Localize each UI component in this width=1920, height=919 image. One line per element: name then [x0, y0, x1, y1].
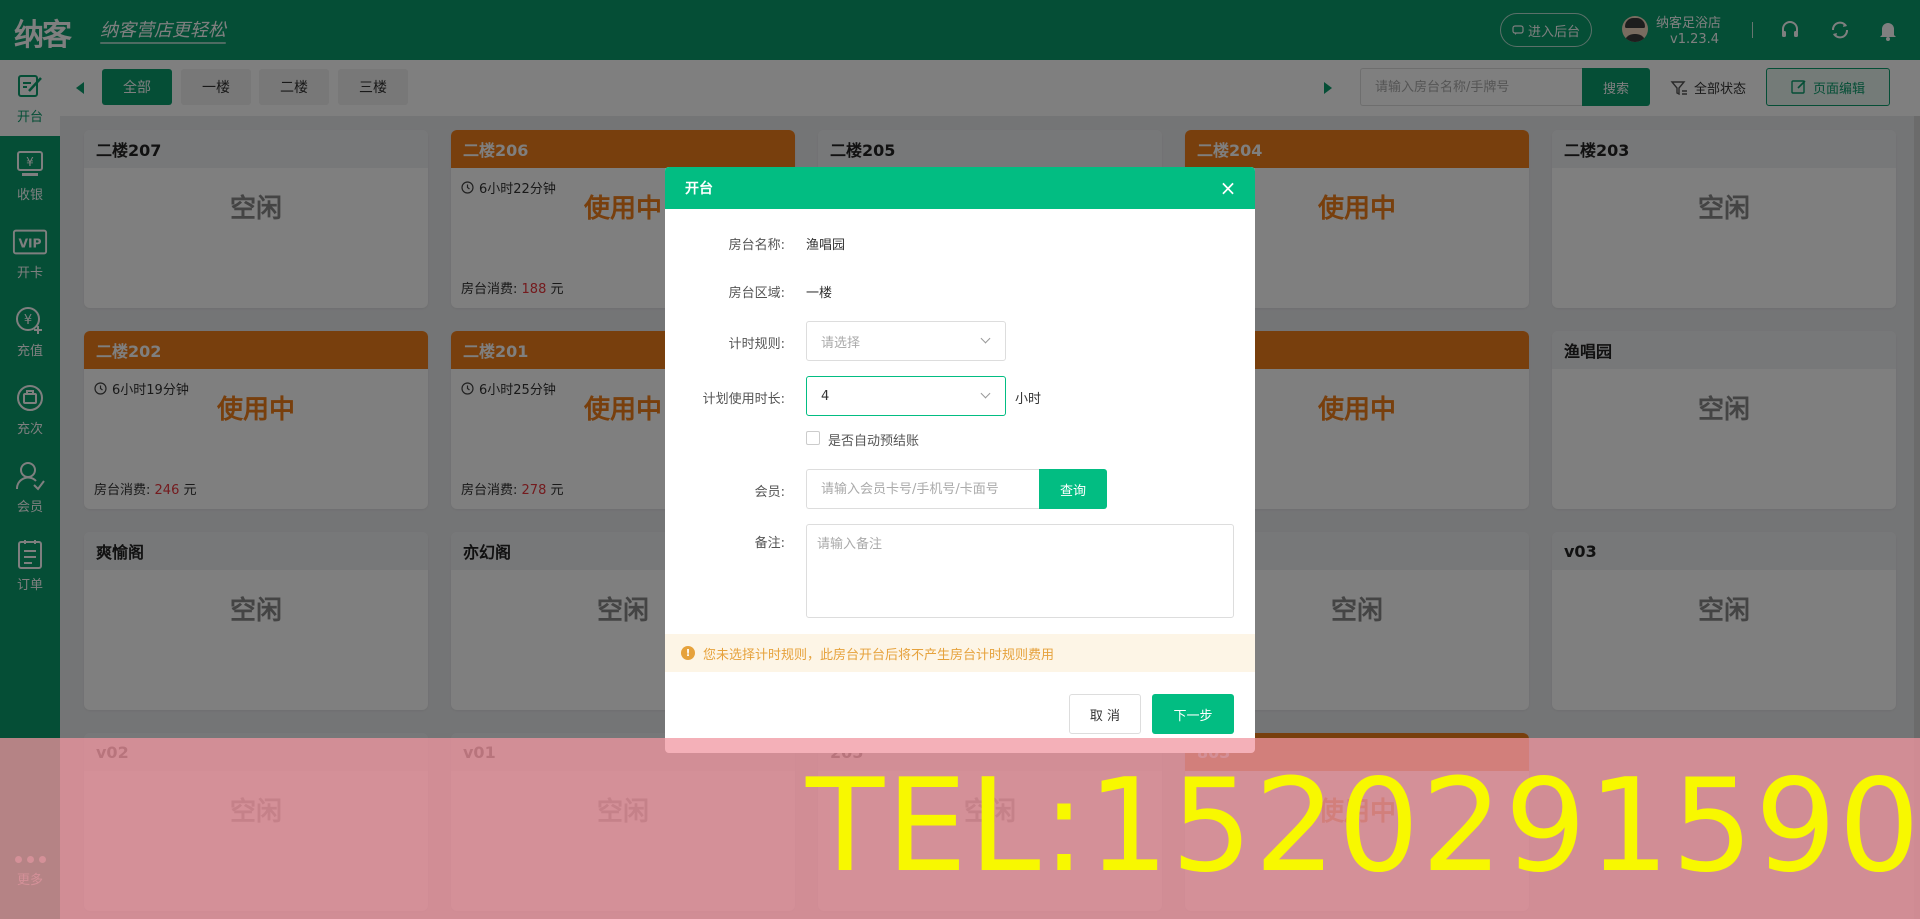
- watermark-text: TEL:15202915905: [806, 752, 1920, 901]
- member-label: 会员:: [754, 485, 785, 500]
- close-icon[interactable]: ×: [1219, 178, 1237, 198]
- remark-textarea[interactable]: [806, 524, 1234, 618]
- cancel-button[interactable]: 取 消: [1069, 694, 1141, 734]
- next-button[interactable]: 下一步: [1152, 694, 1234, 734]
- auto-settle-checkbox[interactable]: [806, 431, 820, 445]
- area-label: 房台区域:: [728, 286, 785, 301]
- auto-settle-label: 是否自动预结账: [828, 434, 920, 449]
- open-table-dialog: 开台 × 房台名称: 渔唱园 房台区域: 一楼 计时规则: 请选择 计划使用时长…: [665, 167, 1255, 753]
- duration-unit: 小时: [1015, 392, 1042, 407]
- area-value: 一楼: [806, 286, 833, 301]
- dialog-title: 开台: [665, 167, 1255, 209]
- room-name-value: 渔唱园: [806, 238, 846, 253]
- duration-value: 4: [821, 388, 830, 404]
- remark-label: 备注:: [754, 536, 785, 551]
- warning-icon: !: [681, 646, 695, 660]
- chevron-down-icon: [980, 333, 991, 344]
- room-name-label: 房台名称:: [728, 238, 785, 253]
- warning-text: 您未选择计时规则，此房台开台后将不产生房台计时规则费用: [703, 647, 1055, 663]
- timing-rule-label: 计时规则:: [728, 337, 785, 352]
- member-search-input[interactable]: [806, 469, 1039, 509]
- timing-rule-placeholder: 请选择: [821, 335, 861, 351]
- duration-select[interactable]: 4: [806, 376, 1006, 416]
- chevron-down-icon: [980, 388, 991, 399]
- warning-alert: ! 您未选择计时规则，此房台开台后将不产生房台计时规则费用: [665, 634, 1255, 672]
- duration-label: 计划使用时长:: [702, 392, 785, 407]
- query-button[interactable]: 查询: [1039, 469, 1107, 509]
- timing-rule-select[interactable]: 请选择: [806, 321, 1006, 361]
